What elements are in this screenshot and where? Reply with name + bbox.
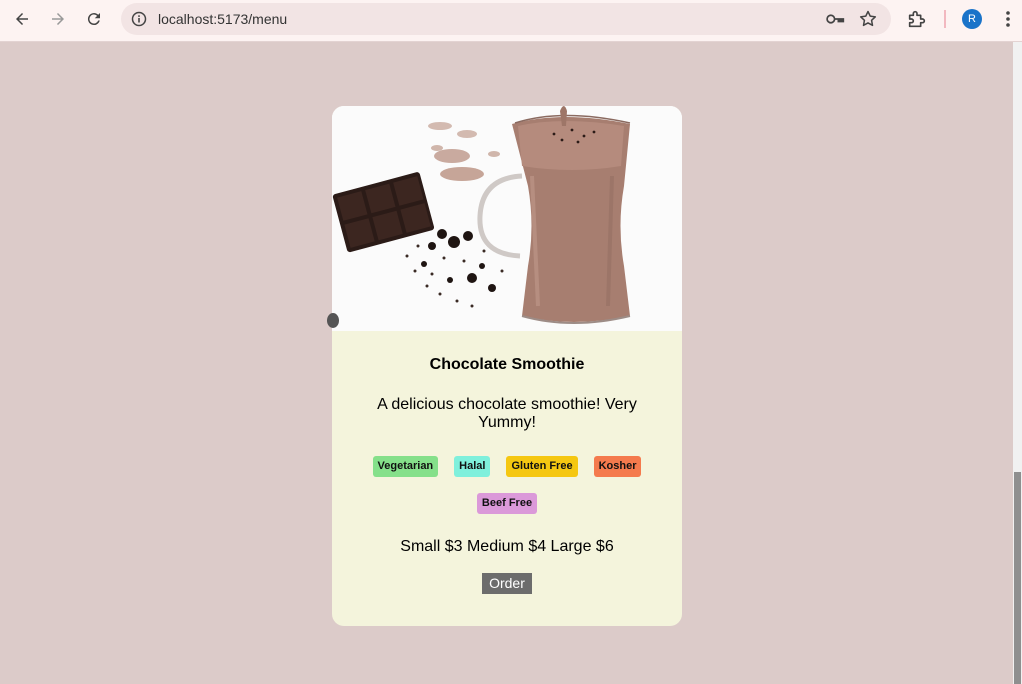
reload-icon [87, 13, 100, 26]
forward-button[interactable] [44, 5, 72, 33]
tag-gluten-free: Gluten Free [506, 456, 578, 477]
tag-vegetarian: Vegetarian [372, 456, 439, 477]
key-icon[interactable] [825, 10, 845, 28]
reload-button[interactable] [80, 5, 108, 33]
browser-toolbar: localhost:5173/menu R [0, 0, 1022, 42]
tag-halal: Halal [454, 456, 491, 477]
image-edge-handle [327, 313, 339, 328]
back-button[interactable] [8, 5, 36, 33]
smoothie-illustration [332, 106, 682, 331]
order-button[interactable]: Order [482, 573, 532, 594]
extensions-puzzle-icon[interactable] [906, 8, 928, 30]
bookmark-star-icon[interactable] [858, 9, 878, 29]
smoothie-image [332, 106, 682, 331]
info-icon[interactable] [131, 11, 147, 27]
item-prices: Small $3 Medium $4 Large $6 [400, 538, 614, 555]
more-vert-icon[interactable] [998, 9, 1018, 29]
scrollbar-thumb[interactable] [1014, 472, 1021, 684]
tag-beef-free: Beef Free [476, 493, 538, 514]
address-bar[interactable]: localhost:5173/menu [121, 3, 891, 35]
profile-avatar[interactable]: R [962, 9, 982, 29]
url-text[interactable]: localhost:5173/menu [158, 11, 287, 27]
dietary-tags: Vegetarian Halal Gluten Free Kosher Beef… [362, 456, 652, 514]
item-title: Chocolate Smoothie [429, 356, 585, 373]
arrow-right-icon [52, 13, 64, 25]
toolbar-divider [944, 10, 946, 28]
page-scrollbar[interactable] [1013, 42, 1022, 684]
menu-item-card: Chocolate Smoothie A delicious chocolate… [332, 106, 682, 626]
item-description: A delicious chocolate smoothie! Very Yum… [377, 396, 637, 431]
tag-kosher: Kosher [593, 456, 642, 477]
arrow-left-icon [16, 13, 28, 25]
